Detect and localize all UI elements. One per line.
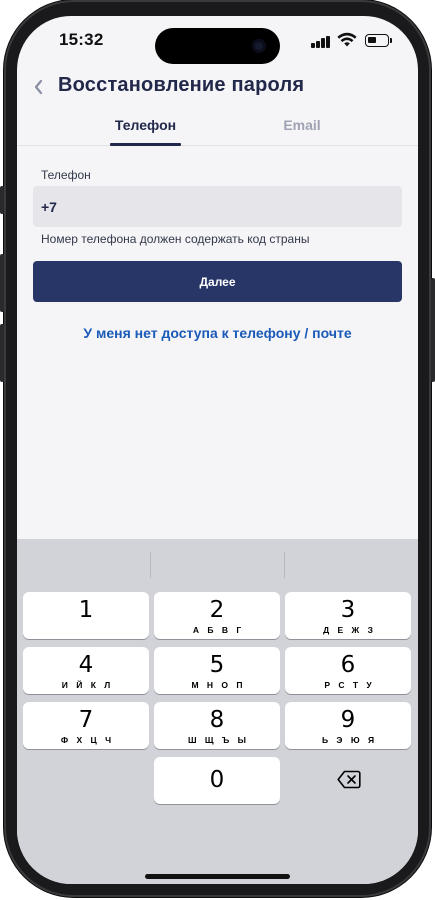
key-digit: 9 <box>340 707 356 733</box>
chevron-left-icon[interactable] <box>31 76 47 98</box>
phone-field-label: Телефон <box>41 168 91 182</box>
key-letters: А Б В Г <box>192 625 245 635</box>
key-digit: 8 <box>209 707 225 733</box>
key-2[interactable]: 2 А Б В Г <box>154 592 280 639</box>
key-letters: М Н О П <box>191 680 246 690</box>
volume-down-button <box>0 324 4 382</box>
key-digit: 3 <box>340 597 356 623</box>
key-letters: Ф Х Ц Ч <box>60 735 115 745</box>
tab-bar: Телефон Email <box>17 112 418 146</box>
battery-cap <box>390 38 392 43</box>
key-5[interactable]: 5 М Н О П <box>154 647 280 694</box>
key-8[interactable]: 8 Ш Щ Ъ Ы <box>154 702 280 749</box>
key-1[interactable]: 1 <box>23 592 149 639</box>
no-access-link[interactable]: У меня нет доступа к телефону / почте <box>17 325 418 341</box>
key-digit: 4 <box>78 652 94 678</box>
phone-hint: Номер телефона должен содержать код стра… <box>41 232 310 246</box>
delete-key[interactable] <box>285 757 411 804</box>
dynamic-island <box>155 28 280 64</box>
tab-phone[interactable]: Телефон <box>110 117 181 133</box>
screen: 15:32 Восстановление пароля Телефон Emai… <box>17 16 418 884</box>
phone-input[interactable] <box>33 186 402 227</box>
header: Восстановление пароля <box>17 68 418 108</box>
key-7[interactable]: 7 Ф Х Ц Ч <box>23 702 149 749</box>
key-digit: 5 <box>209 652 225 678</box>
key-9[interactable]: 9 Ь Э Ю Я <box>285 702 411 749</box>
key-digit: 6 <box>340 652 356 678</box>
suggestion-divider <box>284 552 285 578</box>
status-time: 15:32 <box>59 30 104 49</box>
key-digit: 1 <box>78 597 94 623</box>
action-button <box>0 186 4 214</box>
key-letters: Р С Т У <box>324 680 375 690</box>
volume-up-button <box>0 254 4 312</box>
backspace-icon <box>337 770 361 789</box>
signal-icon <box>311 36 331 48</box>
battery-icon <box>365 34 389 47</box>
next-button[interactable]: Далее <box>33 261 402 302</box>
home-indicator <box>145 874 290 879</box>
key-4[interactable]: 4 И Й К Л <box>23 647 149 694</box>
key-digit: 0 <box>209 767 225 793</box>
camera-icon <box>252 39 266 53</box>
key-letters: Ь Э Ю Я <box>321 735 378 745</box>
active-tab-indicator <box>110 143 181 146</box>
key-3[interactable]: 3 Д Е Ж З <box>285 592 411 639</box>
status-bar: 15:32 <box>17 16 418 68</box>
key-digit: 2 <box>209 597 225 623</box>
key-letters: Ш Щ Ъ Ы <box>187 735 249 745</box>
key-digit: 7 <box>78 707 94 733</box>
wifi-icon <box>337 32 357 47</box>
suggestion-divider <box>150 552 151 578</box>
numeric-keyboard: 1 2 А Б В Г 3 Д Е Ж З 4 И Й К Л 5 М Н О … <box>17 539 418 884</box>
power-button <box>431 278 435 382</box>
tab-email[interactable]: Email <box>267 117 337 133</box>
key-letters: И Й К Л <box>61 680 114 690</box>
key-0[interactable]: 0 <box>154 757 280 804</box>
page-title: Восстановление пароля <box>58 74 305 96</box>
key-6[interactable]: 6 Р С Т У <box>285 647 411 694</box>
key-letters: Д Е Ж З <box>323 625 376 635</box>
